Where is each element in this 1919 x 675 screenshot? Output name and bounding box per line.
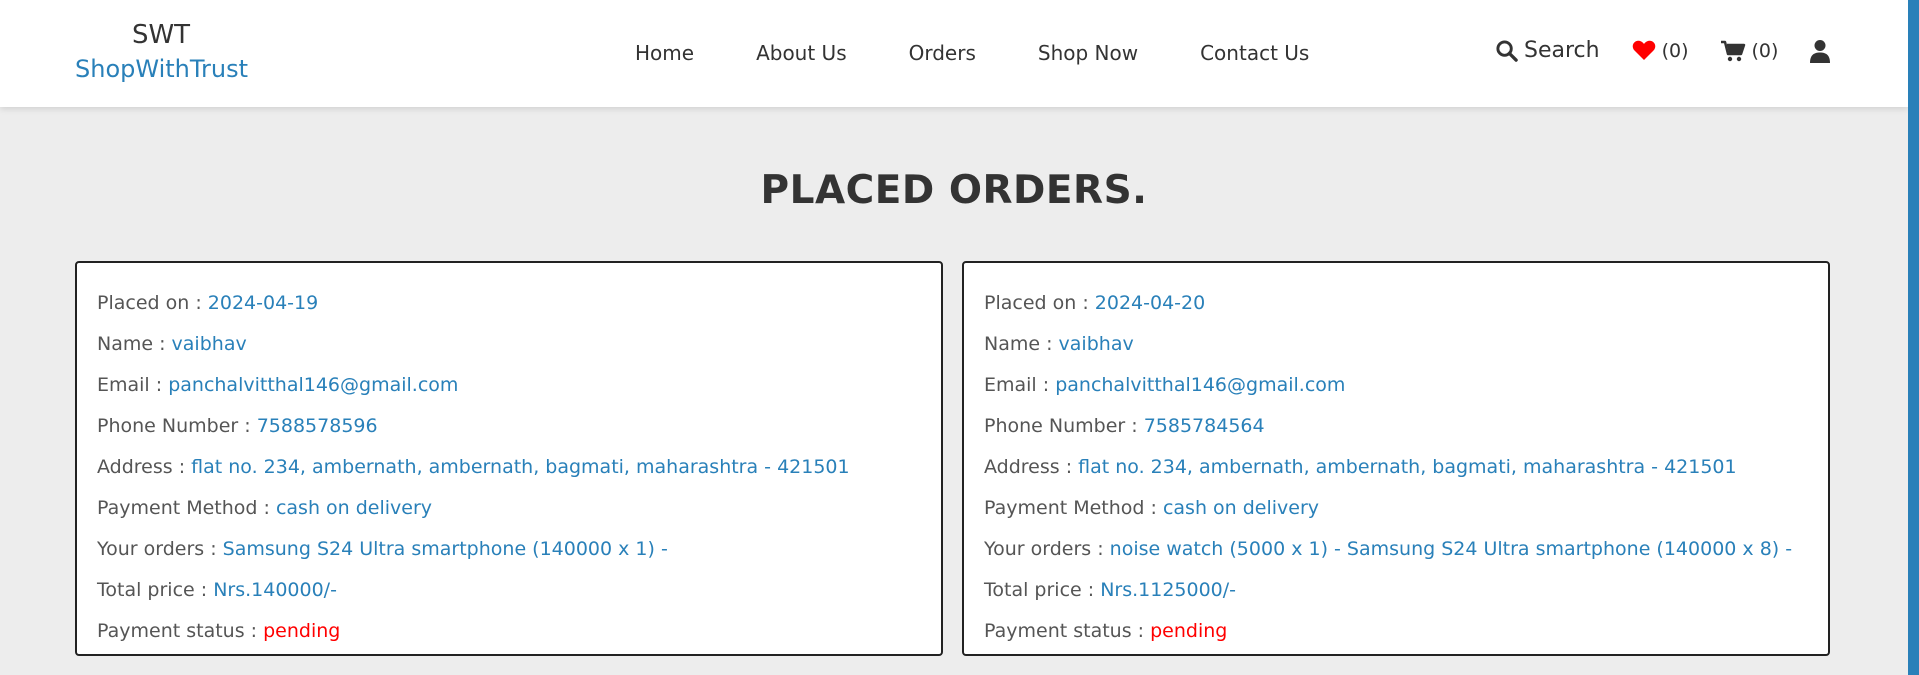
user-icon xyxy=(1810,39,1831,63)
order-payment-status: Payment status : pending xyxy=(97,620,341,642)
order-email: Email : panchalvitthal146@gmail.com xyxy=(984,374,1346,396)
header-actions: Search (0) (0) xyxy=(1495,38,1862,63)
brand-short: SWT xyxy=(131,20,191,50)
page-accent-bar xyxy=(1908,0,1919,675)
order-total-price: Total price : Nrs.140000/- xyxy=(97,579,337,601)
order-total-price: Total price : Nrs.1125000/- xyxy=(984,579,1237,601)
order-placed-on: Placed on : 2024-04-20 xyxy=(984,292,1206,314)
order-payment-status: Payment status : pending xyxy=(984,620,1228,642)
order-address: Address : flat no. 234, ambernath, amber… xyxy=(984,456,1737,478)
order-phone: Phone Number : 7585784564 xyxy=(984,415,1265,437)
brand-name: ShopWithTrust xyxy=(75,55,248,83)
brand-logo[interactable]: SWT ShopWithTrust xyxy=(75,18,248,86)
order-email: Email : panchalvitthal146@gmail.com xyxy=(97,374,459,396)
cart-count: (0) xyxy=(1751,39,1779,62)
status-badge: pending xyxy=(263,620,341,642)
wishlist-count: (0) xyxy=(1661,39,1689,62)
order-card: Placed on : 2024-04-20 Name : vaibhav Em… xyxy=(962,261,1830,656)
order-payment-method: Payment Method : cash on delivery xyxy=(97,497,433,519)
status-badge: pending xyxy=(1150,620,1228,642)
order-address: Address : flat no. 234, ambernath, amber… xyxy=(97,456,850,478)
order-payment-method: Payment Method : cash on delivery xyxy=(984,497,1320,519)
nav-contact-link[interactable]: Contact Us xyxy=(1200,40,1309,66)
order-name: Name : vaibhav xyxy=(97,333,247,355)
account-button[interactable] xyxy=(1810,39,1831,63)
order-card: Placed on : 2024-04-19 Name : vaibhav Em… xyxy=(75,261,943,656)
search-icon xyxy=(1495,39,1518,62)
order-phone: Phone Number : 7588578596 xyxy=(97,415,378,437)
order-placed-on: Placed on : 2024-04-19 xyxy=(97,292,319,314)
order-items: Your orders : noise watch (5000 x 1) - S… xyxy=(984,538,1793,560)
page-title: PLACED ORDERS. xyxy=(760,168,1148,213)
nav-about-link[interactable]: About Us xyxy=(756,40,847,66)
order-name: Name : vaibhav xyxy=(984,333,1134,355)
nav-orders-link[interactable]: Orders xyxy=(909,40,976,66)
search-button[interactable]: Search xyxy=(1495,38,1600,63)
cart-icon xyxy=(1720,40,1746,62)
main-nav: Home About Us Orders Shop Now Contact Us xyxy=(635,40,1371,66)
wishlist-button[interactable]: (0) xyxy=(1632,40,1689,62)
cart-button[interactable]: (0) xyxy=(1720,39,1779,62)
nav-shop-link[interactable]: Shop Now xyxy=(1038,40,1138,66)
search-label: Search xyxy=(1524,38,1600,63)
order-items: Your orders : Samsung S24 Ultra smartpho… xyxy=(97,538,668,560)
heart-icon xyxy=(1632,40,1656,61)
site-header: SWT ShopWithTrust Home About Us Orders S… xyxy=(0,0,1908,107)
nav-home-link[interactable]: Home xyxy=(635,40,694,66)
